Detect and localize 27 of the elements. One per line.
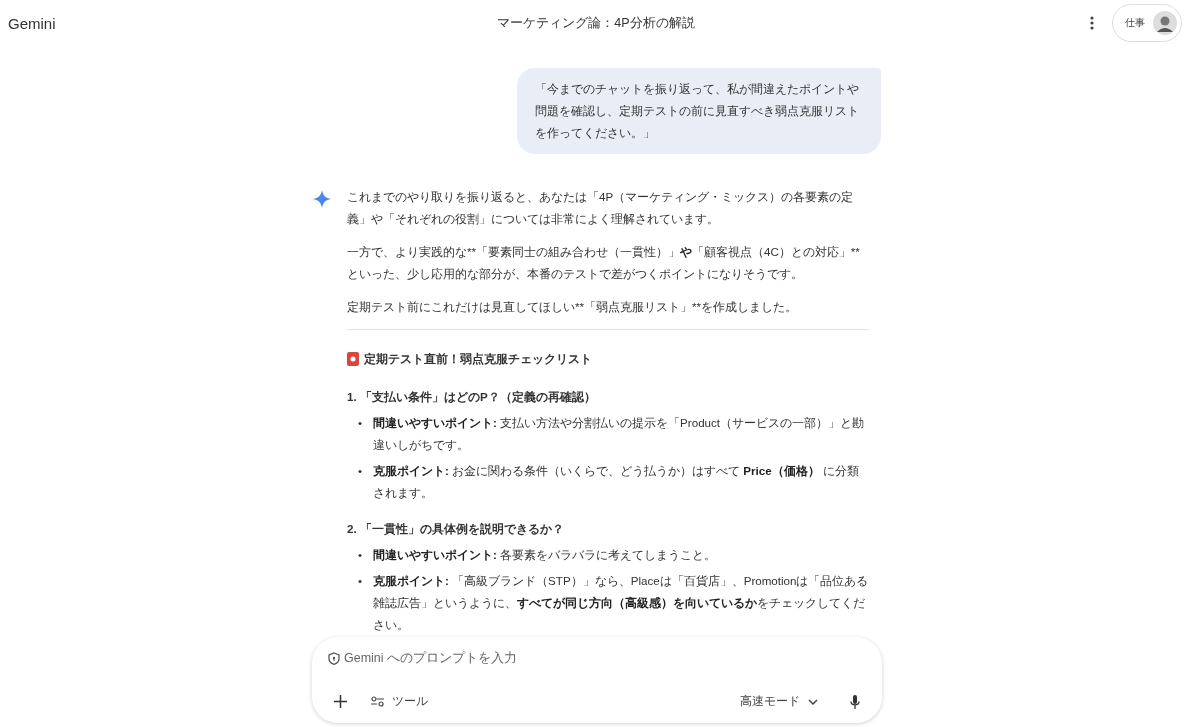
response-paragraph: 一方で、より実践的な**「要素同士の組み合わせ（一貫性）」や「顧客視点（4C）との対応」**といった、少し応用的な部分が、本番のテストで差がつくポイントになりそうです。	[347, 244, 861, 283]
bullet-text: 間違いやすいポイント: 各要素をバラバラに考えてしまうこと。	[373, 547, 718, 564]
section-heading: 2. 「一貫性」の具体例を説明できるか？	[347, 521, 565, 538]
bullet-text: 克服ポイント: お金に関わる条件（いくらで、どう払うか）はすべて Price（価格） に分類されます。	[373, 463, 860, 501]
bullet-marker: •	[356, 415, 364, 431]
conversation-title[interactable]: マーケティング論：4P分析の解説	[497, 14, 695, 32]
bullet-text: 間違いやすいポイント: 支払い方法や分割払いの提示を「Product（サービスの一部）」と勘違いしがちです。	[373, 415, 866, 453]
checklist-title: 定期テスト直前！弱点克服チェックリスト	[364, 351, 592, 367]
bullet-marker: •	[356, 573, 364, 589]
mode-dropdown[interactable]: 高速モード	[734, 688, 824, 715]
response-paragraph: 定期テスト前にこれだけは見直してほしい**「弱点克服リスト」**を作成しました。	[347, 299, 799, 315]
chevron-down-icon	[808, 698, 818, 705]
sliders-icon	[371, 696, 384, 707]
avatar-icon	[1153, 11, 1177, 35]
tools-button[interactable]: ツール	[365, 688, 434, 715]
app-name: Gemini	[8, 14, 56, 32]
response-paragraph: これまでのやり取りを振り返ると、あなたは「4P（マーケティング・ミックス）の各要素の定義」や「それぞれの役割」については非常によく理解されています。	[347, 189, 855, 227]
shield-icon	[328, 651, 340, 665]
user-message: 「今までのチャットを振り返って、私が間違えたポイントや問題を確認し、定期テストの前に見直すべき弱点克服リストを作ってください。」	[517, 68, 881, 154]
bullet-marker: •	[356, 547, 364, 563]
bullet-marker: •	[356, 463, 364, 479]
section-heading: 1. 「支払い条件」はどのP？（定義の再確認）	[347, 389, 597, 406]
sparkle-icon	[313, 190, 331, 208]
account-button[interactable]: 仕事	[1112, 4, 1182, 42]
siren-icon	[347, 352, 359, 366]
prompt-box[interactable]: Gemini へのプロンプトを入力 ツール 高速モード	[312, 637, 882, 723]
bullet-text: 克服ポイント: 「高級ブランド（STP）」なら、Placeは「百貨店」、Promotionは「品位ある雑誌広告」というように、すべてが同じ方向（高級感）を向いているかをチェックしてください。	[373, 573, 869, 633]
